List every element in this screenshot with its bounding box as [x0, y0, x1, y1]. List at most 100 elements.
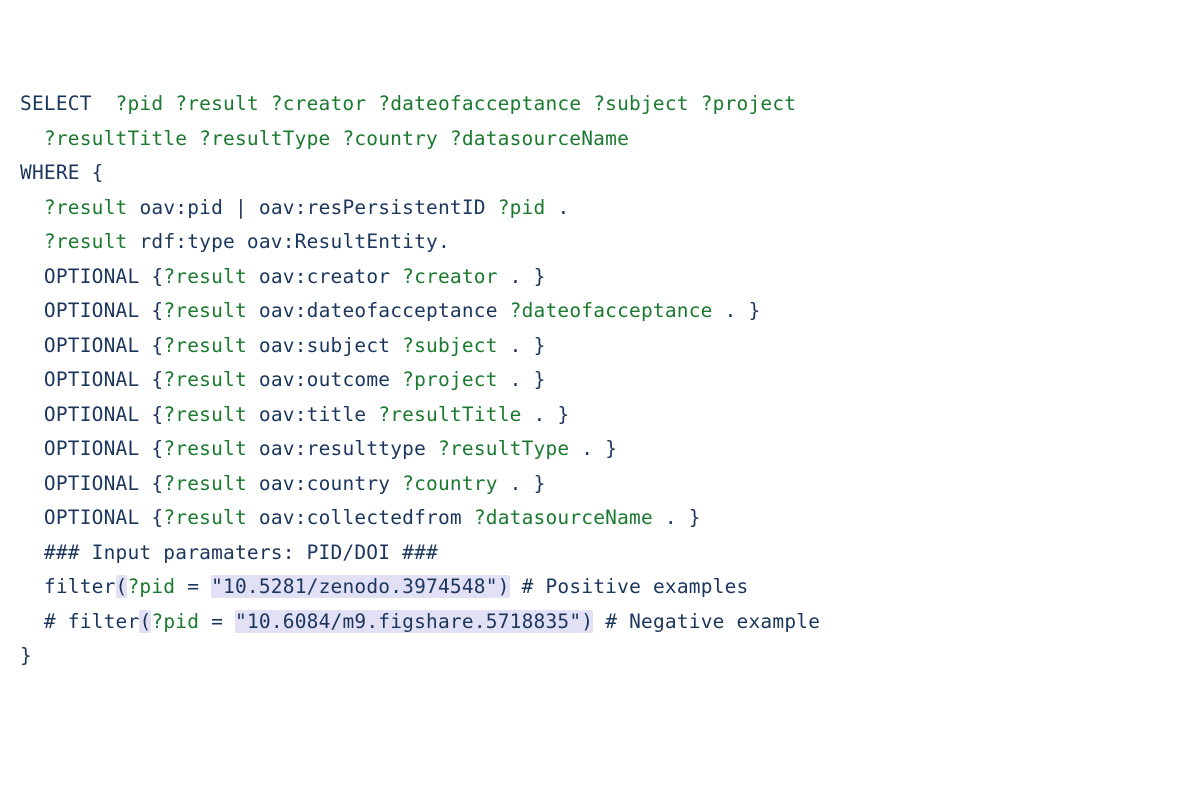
dot: . [581, 437, 593, 460]
comment-positive: Positive examples [545, 575, 748, 598]
var-result: ?result [163, 368, 247, 391]
var-result: ?result [44, 196, 128, 219]
var-country: ?country [402, 472, 498, 495]
brace-open: { [151, 265, 163, 288]
string-doi-positive: "10.5281/zenodo.3974548" [211, 575, 498, 598]
var-result: ?result [44, 230, 128, 253]
paren-open: ( [116, 575, 128, 598]
dot: . [510, 368, 522, 391]
var-dateofacceptance: ?dateofacceptance [378, 92, 581, 115]
var-result: ?result [163, 265, 247, 288]
comment-marker: # [522, 575, 534, 598]
var-creator: ?creator [271, 92, 367, 115]
keyword-filter: filter [68, 610, 140, 633]
paren-close: ) [581, 610, 593, 633]
eq: = [187, 575, 199, 598]
var-pid: ?pid [151, 610, 199, 633]
comment-input-params: Input paramaters: PID/DOI [92, 541, 391, 564]
dot: . [510, 265, 522, 288]
brace-open: { [151, 334, 163, 357]
dot: . [510, 472, 522, 495]
keyword-optional: OPTIONAL [44, 472, 140, 495]
eq: = [211, 610, 223, 633]
brace-open: { [92, 161, 104, 184]
sparql-code-block: SELECT ?pid ?result ?creator ?dateofacce… [20, 87, 1180, 674]
pred-oav-dateofacceptance: oav:dateofacceptance [259, 299, 498, 322]
comment-negative: Negative example [629, 610, 820, 633]
keyword-optional: OPTIONAL [44, 437, 140, 460]
brace-open: { [151, 403, 163, 426]
var-result: ?result [163, 299, 247, 322]
brace-close: } [748, 299, 760, 322]
brace-close: } [557, 403, 569, 426]
brace-close: } [534, 472, 546, 495]
var-resultType: ?resultType [199, 127, 330, 150]
var-result: ?result [163, 334, 247, 357]
var-resultTitle: ?resultTitle [44, 127, 187, 150]
pred-oav-subject: oav:subject [259, 334, 390, 357]
pred-oav-pid: oav:pid [139, 196, 223, 219]
var-result: ?result [163, 437, 247, 460]
comment-marker: # [605, 610, 617, 633]
comment-marker: # [44, 610, 56, 633]
var-subject: ?subject [402, 334, 498, 357]
dot: . [665, 506, 677, 529]
keyword-where: WHERE [20, 161, 80, 184]
brace-open: { [151, 472, 163, 495]
keyword-optional: OPTIONAL [44, 334, 140, 357]
keyword-select: SELECT [20, 92, 92, 115]
pred-oav-country: oav:country [259, 472, 390, 495]
comment-marker: ### [402, 541, 438, 564]
brace-close: } [534, 368, 546, 391]
var-result: ?result [163, 472, 247, 495]
var-dateofacceptance: ?dateofacceptance [510, 299, 713, 322]
pred-oav-creator: oav:creator [259, 265, 390, 288]
dot: . [557, 196, 569, 219]
brace-close: } [605, 437, 617, 460]
var-resultTitle: ?resultTitle [378, 403, 521, 426]
brace-close: } [20, 644, 32, 667]
var-pid: ?pid [116, 92, 164, 115]
var-datasourceName: ?datasourceName [450, 127, 629, 150]
class-ResultEntity: oav:ResultEntity [247, 230, 438, 253]
brace-open: { [151, 437, 163, 460]
var-result: ?result [163, 403, 247, 426]
brace-close: } [689, 506, 701, 529]
brace-open: { [151, 368, 163, 391]
keyword-optional: OPTIONAL [44, 506, 140, 529]
pred-oav-title: oav:title [259, 403, 366, 426]
keyword-optional: OPTIONAL [44, 265, 140, 288]
pipe: | [235, 196, 247, 219]
var-result: ?result [163, 506, 247, 529]
keyword-optional: OPTIONAL [44, 299, 140, 322]
var-pid: ?pid [127, 575, 175, 598]
keyword-optional: OPTIONAL [44, 403, 140, 426]
var-result: ?result [175, 92, 259, 115]
pred-oav-outcome: oav:outcome [259, 368, 390, 391]
paren-open: ( [139, 610, 151, 633]
brace-open: { [151, 299, 163, 322]
var-project: ?project [402, 368, 498, 391]
var-project: ?project [701, 92, 797, 115]
dot: . [510, 334, 522, 357]
string-doi-negative: "10.6084/m9.figshare.5718835" [235, 610, 581, 633]
pred-rdf-type: rdf:type [139, 230, 235, 253]
var-creator: ?creator [402, 265, 498, 288]
comment-marker: ### [44, 541, 80, 564]
keyword-optional: OPTIONAL [44, 368, 140, 391]
dot: . [534, 403, 546, 426]
var-subject: ?subject [593, 92, 689, 115]
var-pid: ?pid [498, 196, 546, 219]
var-country: ?country [342, 127, 438, 150]
pred-oav-collectedfrom: oav:collectedfrom [259, 506, 462, 529]
dot: . [725, 299, 737, 322]
brace-close: } [534, 334, 546, 357]
keyword-filter: filter [44, 575, 116, 598]
var-datasourceName: ?datasourceName [474, 506, 653, 529]
brace-close: } [534, 265, 546, 288]
var-resultType: ?resultType [438, 437, 569, 460]
pred-oav-resPersistentID: oav:resPersistentID [259, 196, 486, 219]
dot: . [438, 230, 450, 253]
paren-close: ) [498, 575, 510, 598]
pred-oav-resulttype: oav:resulttype [259, 437, 426, 460]
